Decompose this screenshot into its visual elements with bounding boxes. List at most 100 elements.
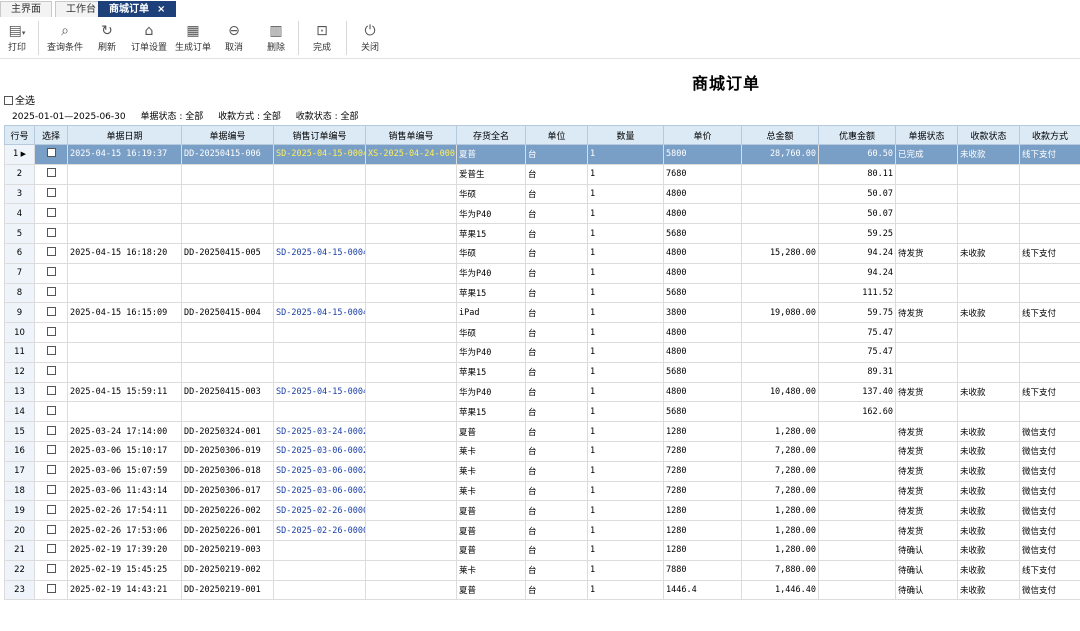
table-row[interactable]: 2 爱普生台 1 7680 80.11 (4, 163, 1080, 185)
table-row[interactable]: 15 2025-03-24 17:14:00 DD-20250324-001 SD-2… (4, 421, 1080, 442)
row-checkbox[interactable] (46, 267, 56, 277)
row-checkbox[interactable] (46, 306, 56, 316)
table-cell[interactable]: SD-2025-04-15-00044 (273, 242, 366, 264)
refresh-button[interactable]: ↻ 刷新 (92, 21, 122, 55)
column-header[interactable]: 收款方式 (1019, 125, 1080, 145)
table-cell: 1 (587, 302, 664, 324)
table-cell[interactable]: SD-2025-04-15-00043 (273, 302, 366, 324)
generate-order-button[interactable]: ▦ 生成订单 (172, 21, 214, 55)
table-row[interactable]: 13 2025-04-15 15:59:11 DD-20250415-003 SD-2… (4, 381, 1080, 403)
column-header[interactable]: 单据状态 (895, 125, 958, 145)
query-conditions-button[interactable]: ⌕ 查询条件 (44, 21, 86, 55)
table-cell[interactable]: SD-2025-03-06-00021 (273, 480, 366, 502)
table-cell[interactable] (273, 341, 366, 363)
table-row[interactable]: 23 2025-02-19 14:43:21 DD-20250219-001 夏普台 1… (4, 579, 1080, 601)
table-cell (67, 223, 182, 244)
table-cell[interactable] (273, 163, 366, 185)
table-cell[interactable] (273, 203, 366, 225)
table-cell[interactable] (273, 539, 366, 561)
print-button[interactable]: ▤▾ 打印 (2, 21, 32, 55)
select-all-checkbox[interactable]: 全选 (4, 92, 35, 107)
close-icon[interactable]: × (157, 4, 165, 15)
table-row[interactable]: 14 苹果15 台 1 5680 162.60 (4, 401, 1080, 423)
table-cell[interactable]: SD-2025-04-15-00042 (273, 381, 366, 403)
table-row[interactable]: 5 苹果15 台 1 5680 59.25 (4, 223, 1080, 244)
row-checkbox[interactable] (46, 286, 56, 296)
row-checkbox[interactable] (46, 187, 56, 197)
table-cell[interactable] (273, 282, 366, 304)
column-header[interactable]: 总金额 (741, 125, 819, 145)
table-row[interactable]: 11 华为P40 台 1 4800 75.47 (4, 341, 1080, 363)
table-row[interactable]: 8 苹果15 台 1 5680 111.52 (4, 282, 1080, 304)
table-row[interactable]: 20 2025-02-26 17:53:06 DD-20250226-001 SD-2… (4, 520, 1080, 541)
table-row[interactable]: 19 2025-02-26 17:54:11 DD-20250226-002 SD-2… (4, 500, 1080, 522)
table-row[interactable]: 1 ▶ 2025-04-15 16:19:37 DD-20250415-006 SD-… (4, 144, 1080, 165)
row-checkbox[interactable] (46, 564, 56, 574)
row-checkbox[interactable] (46, 148, 56, 158)
column-header[interactable]: 优惠金额 (818, 125, 896, 145)
row-checkbox[interactable] (46, 484, 56, 494)
table-row[interactable]: 22 2025-02-19 15:45:25 DD-20250219-002 莱卡台 1… (4, 559, 1080, 581)
row-checkbox[interactable] (46, 524, 56, 534)
table-row[interactable]: 3 华硕台 1 4800 50.07 (4, 183, 1080, 205)
table-row[interactable]: 4 华为P40 台 1 4800 50.07 (4, 203, 1080, 225)
table-cell[interactable]: SD-2025-03-24-00027 (273, 421, 366, 442)
table-row[interactable]: 16 2025-03-06 15:10:17 DD-20250306-019 SD-2… (4, 440, 1080, 462)
table-cell[interactable] (273, 223, 366, 244)
table-row[interactable]: 18 2025-03-06 11:43:14 DD-20250306-017 SD-2… (4, 480, 1080, 502)
row-checkbox[interactable] (46, 227, 56, 237)
row-checkbox[interactable] (46, 385, 56, 395)
complete-button[interactable]: ⊡ 完成 (308, 21, 336, 55)
close-button[interactable]: ⏻ 关闭 (356, 21, 384, 55)
tab-main[interactable]: 主界面 (0, 1, 52, 17)
table-cell[interactable]: SD-2025-02-26-00002 (273, 520, 366, 541)
row-checkbox[interactable] (46, 544, 56, 554)
row-checkbox[interactable] (46, 425, 56, 435)
table-row[interactable]: 17 2025-03-06 15:07:59 DD-20250306-018 SD-2… (4, 460, 1080, 482)
table-row[interactable]: 12 苹果15 台 1 5680 89.31 (4, 361, 1080, 383)
column-header[interactable]: 单据编号 (181, 125, 274, 145)
table-cell[interactable] (273, 262, 366, 284)
row-checkbox[interactable] (46, 504, 56, 514)
table-row[interactable]: 7 华为P40 台 1 4800 94.24 (4, 262, 1080, 284)
row-checkbox[interactable] (46, 247, 56, 257)
table-cell[interactable] (273, 401, 366, 423)
table-cell[interactable] (273, 322, 366, 343)
table-cell[interactable] (273, 183, 366, 205)
tab-mall-orders[interactable]: 商城订单 × (98, 1, 177, 17)
table-cell[interactable]: SD-2025-03-06-00022 (273, 460, 366, 482)
table-row[interactable]: 6 2025-04-15 16:18:20 DD-20250415-005 SD-20… (4, 242, 1080, 264)
table-cell[interactable]: SD-2025-04-15-00045 (273, 144, 366, 165)
row-checkbox[interactable] (46, 583, 56, 593)
table-cell[interactable] (273, 579, 366, 601)
table-row[interactable]: 10 华硕台 1 4800 75.47 (4, 322, 1080, 343)
table-row[interactable]: 21 2025-02-19 17:39:20 DD-20250219-003 夏普台 1… (4, 539, 1080, 561)
table-cell[interactable] (273, 361, 366, 383)
table-cell[interactable] (273, 559, 366, 581)
row-checkbox[interactable] (46, 366, 56, 376)
column-header[interactable]: 数量 (587, 125, 664, 145)
row-checkbox[interactable] (46, 465, 56, 475)
column-header[interactable]: 存货全名 (456, 125, 526, 145)
column-header[interactable]: 选择 (34, 125, 68, 145)
table-row[interactable]: 9 2025-04-15 16:15:09 DD-20250415-004 SD-20… (4, 302, 1080, 324)
column-header[interactable]: 行号 (4, 125, 35, 145)
column-header[interactable]: 收款状态 (957, 125, 1020, 145)
row-checkbox[interactable] (46, 405, 56, 415)
row-checkbox[interactable] (46, 207, 56, 217)
table-cell[interactable]: SD-2025-03-06-00023 (273, 440, 366, 462)
table-cell[interactable]: SD-2025-02-26-00003 (273, 500, 366, 522)
table-cell: 未收款 (957, 559, 1020, 581)
column-header[interactable]: 销售单编号 (365, 125, 457, 145)
column-header[interactable]: 单据日期 (67, 125, 182, 145)
row-checkbox[interactable] (46, 346, 56, 356)
column-header[interactable]: 销售订单编号 (273, 125, 366, 145)
column-header[interactable]: 单价 (663, 125, 742, 145)
row-checkbox[interactable] (46, 168, 56, 178)
delete-button[interactable]: ▥ 删除 (262, 21, 290, 55)
row-checkbox[interactable] (46, 326, 56, 336)
column-header[interactable]: 单位 (525, 125, 588, 145)
order-settings-button[interactable]: ⌂ 订单设置 (128, 21, 170, 55)
row-checkbox[interactable] (46, 445, 56, 455)
cancel-button[interactable]: ⊖ 取消 (220, 21, 248, 55)
